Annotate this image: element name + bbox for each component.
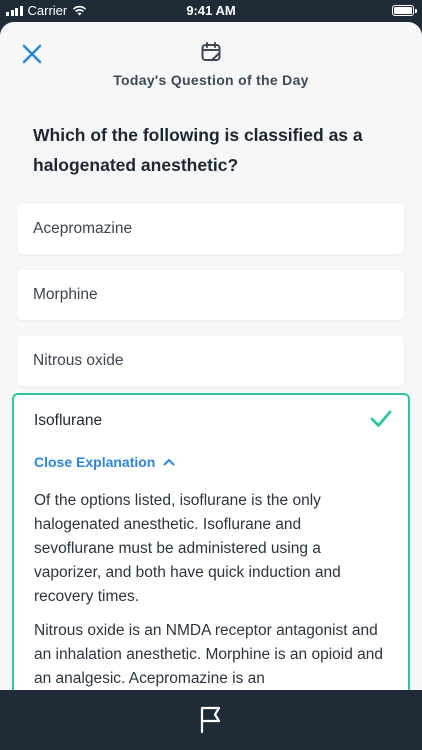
answer-option-label: Morphine — [33, 286, 98, 303]
explanation-paragraph: Of the options listed, isoflurane is the… — [34, 492, 341, 605]
question-sheet: Today's Question of the Day Which of the… — [0, 22, 422, 690]
close-icon[interactable] — [20, 42, 44, 66]
close-explanation-button[interactable]: Close Explanation — [34, 454, 175, 470]
answer-option-label: Acepromazine — [33, 220, 133, 237]
explanation-paragraph: Nitrous oxide is an NMDA receptor antago… — [34, 622, 383, 687]
question-text: Which of the following is classified as … — [33, 125, 363, 175]
checkmark-icon — [370, 410, 392, 427]
page-subtitle: Today's Question of the Day — [113, 72, 309, 88]
answer-option-label: Nitrous oxide — [33, 352, 124, 369]
answer-option[interactable]: Acepromazine — [17, 204, 404, 254]
answer-option[interactable]: Nitrous oxide — [17, 336, 404, 386]
flag-icon[interactable] — [199, 705, 223, 733]
selected-answer-card[interactable]: Isoflurane Close Explanation Of the opti… — [12, 393, 410, 690]
answer-option[interactable]: Morphine — [17, 270, 404, 320]
bottom-bar — [0, 690, 422, 750]
chevron-up-icon — [163, 459, 175, 466]
explanation-text: Of the options listed, isoflurane is the… — [34, 489, 384, 690]
status-time: 9:41 AM — [186, 3, 236, 18]
selected-answer-label: Isoflurane — [34, 412, 103, 429]
calendar-icon — [201, 42, 221, 61]
battery-icon — [392, 5, 417, 16]
battery-level — [394, 7, 412, 14]
close-explanation-label: Close Explanation — [34, 454, 156, 470]
status-bar: Carrier 9:41 AM — [0, 0, 422, 22]
